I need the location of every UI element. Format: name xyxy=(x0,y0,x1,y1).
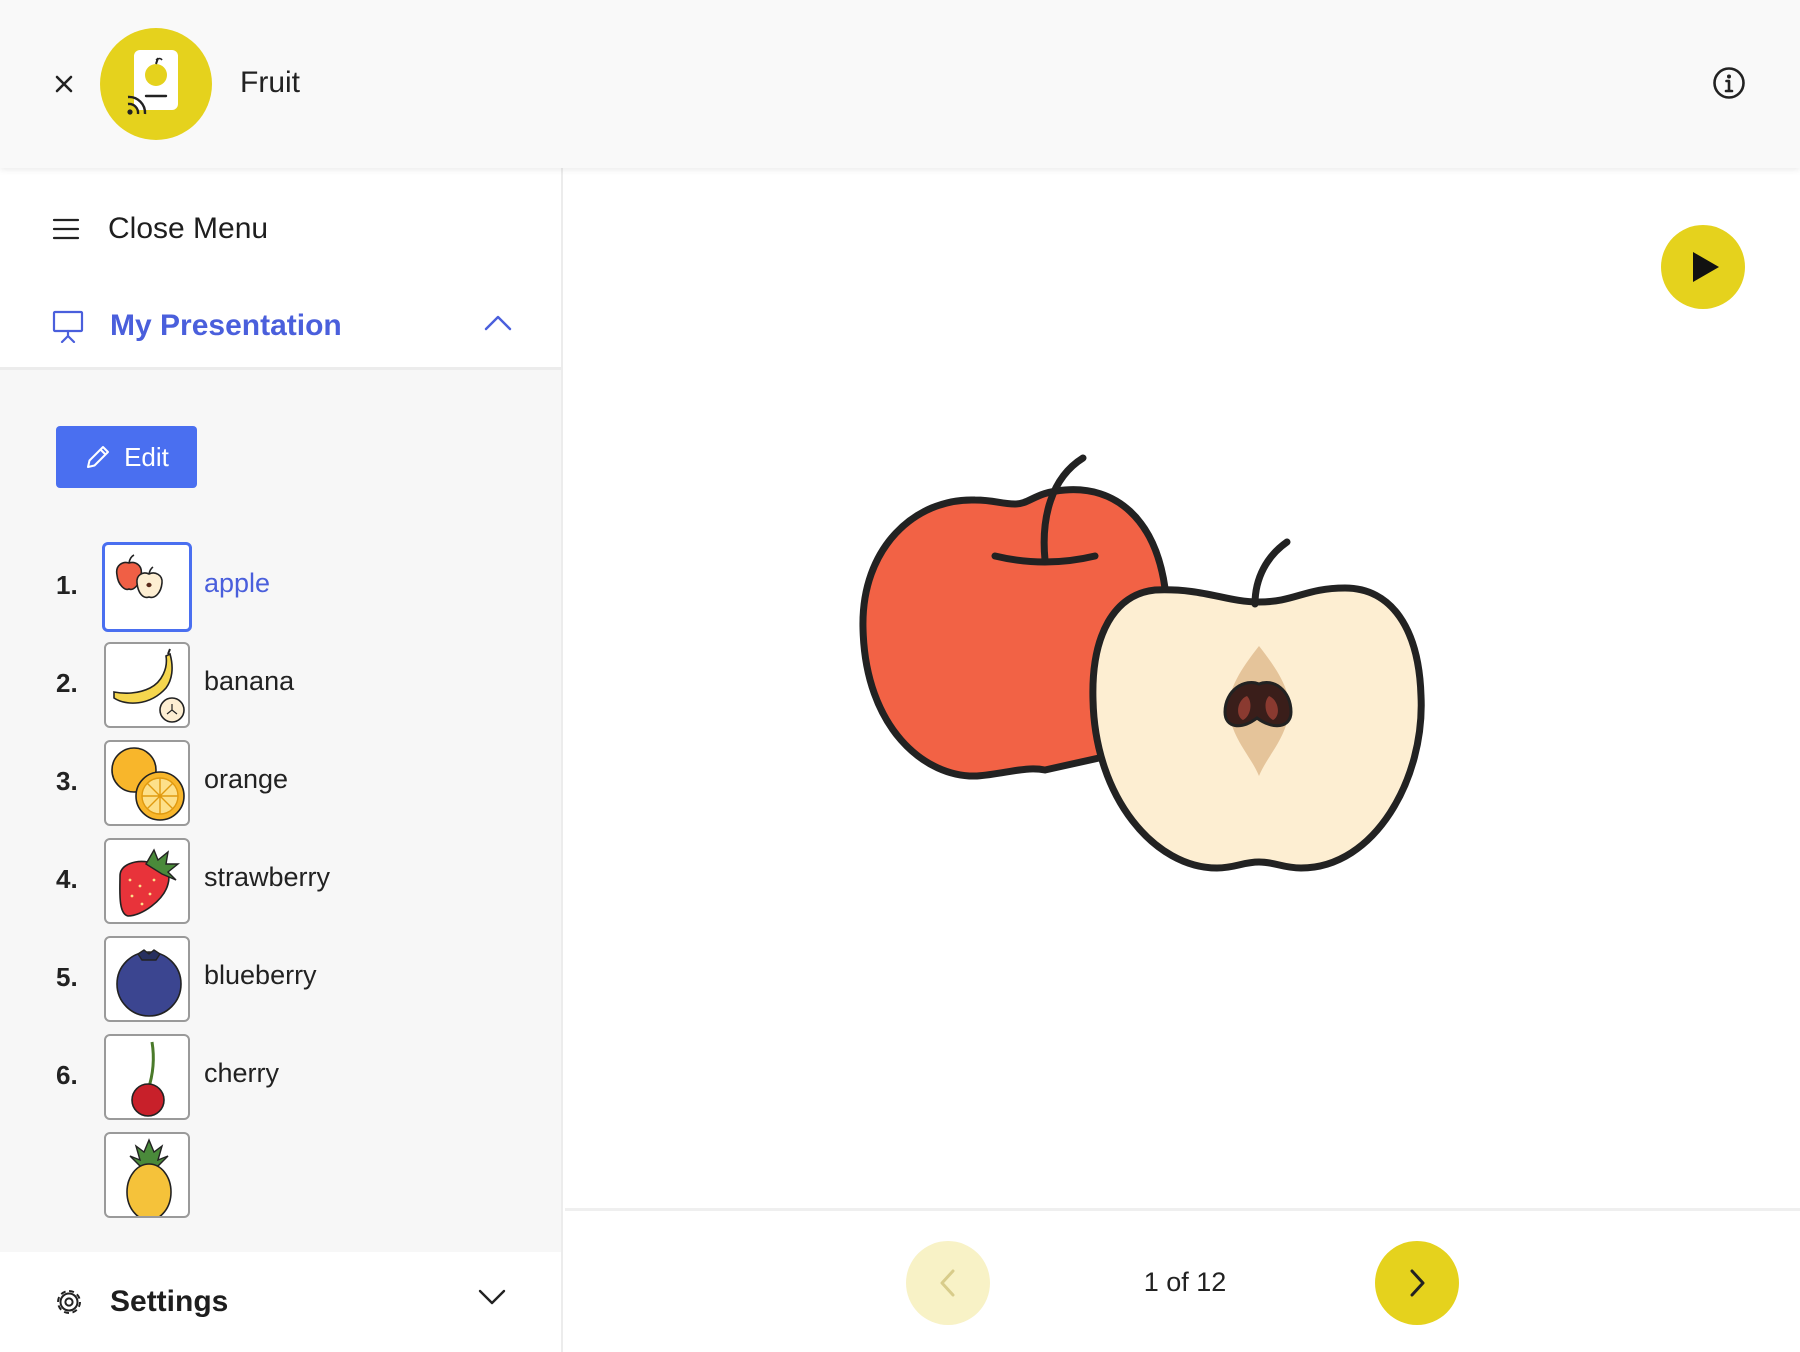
slide-number: 3. xyxy=(56,766,78,796)
close-icon xyxy=(55,75,73,93)
slide-item-cherry[interactable]: 6. cherry xyxy=(0,1030,561,1124)
app-header: Fruit xyxy=(0,0,1800,168)
sidebar: Close Menu My Presentation Edit 1. apple… xyxy=(0,168,563,1352)
chevron-left-icon xyxy=(940,1269,955,1297)
apple-illustration xyxy=(859,454,1425,872)
pencil-icon xyxy=(87,446,110,468)
close-menu-button[interactable]: Close Menu xyxy=(52,204,268,254)
previous-slide-button[interactable] xyxy=(906,1241,990,1325)
page-indicator: 1 of 12 xyxy=(1143,1267,1227,1297)
slide-thumbnail xyxy=(104,1132,190,1218)
apple-icon xyxy=(115,554,163,599)
play-button[interactable] xyxy=(1661,225,1745,309)
edit-button[interactable]: Edit xyxy=(56,426,197,488)
slide-item-orange[interactable]: 3. orange xyxy=(0,736,561,830)
banana-icon xyxy=(113,648,185,723)
play-icon xyxy=(1693,252,1719,282)
chevron-down-icon xyxy=(478,1289,506,1305)
info-button[interactable] xyxy=(1712,66,1746,100)
blueberry-icon xyxy=(116,949,182,1017)
slide-thumbnail xyxy=(104,740,190,826)
slide-thumbnail xyxy=(104,936,190,1022)
chevron-right-icon xyxy=(1410,1269,1425,1297)
slide-number: 4. xyxy=(56,864,78,894)
slide-label: apple xyxy=(204,568,271,598)
slide-navigation: 1 of 12 xyxy=(565,1208,1800,1352)
settings-label: Settings xyxy=(110,1285,229,1318)
close-button[interactable] xyxy=(48,68,80,100)
slide-item-apple[interactable]: 1. apple xyxy=(0,540,561,634)
next-slide-button[interactable] xyxy=(1375,1241,1459,1325)
slide-label: blueberry xyxy=(204,960,317,990)
pineapple-icon xyxy=(126,1138,172,1216)
slide-viewer: 1 of 12 xyxy=(565,168,1800,1352)
slide-label: banana xyxy=(204,666,295,696)
close-menu-label: Close Menu xyxy=(108,212,269,245)
app-logo xyxy=(100,28,212,140)
slide-thumbnail xyxy=(104,1034,190,1120)
edit-label: Edit xyxy=(124,441,169,472)
strawberry-icon xyxy=(119,848,180,917)
info-icon xyxy=(1713,67,1745,99)
slide-item-strawberry[interactable]: 4. strawberry xyxy=(0,834,561,928)
sidebar-top: Close Menu My Presentation xyxy=(0,168,561,370)
slide-thumbnail xyxy=(104,642,190,728)
gear-icon xyxy=(57,1290,81,1314)
settings-toggle[interactable]: Settings xyxy=(0,1252,561,1352)
presentation-board-icon xyxy=(52,310,84,343)
slide-label: cherry xyxy=(204,1058,280,1088)
slide-label: strawberry xyxy=(204,862,331,892)
my-presentation-label: My Presentation xyxy=(110,309,342,342)
presentation-title: Fruit xyxy=(240,66,300,99)
slide-item-blueberry[interactable]: 5. blueberry xyxy=(0,932,561,1026)
slide-label: orange xyxy=(204,764,289,794)
slide-number: 5. xyxy=(56,962,78,992)
slide-number: 2. xyxy=(56,668,78,698)
slide-number: 6. xyxy=(56,1060,78,1090)
slide-thumbnail xyxy=(102,542,192,632)
slide-item-banana[interactable]: 2. banana xyxy=(0,638,561,732)
my-presentation-toggle[interactable]: My Presentation xyxy=(52,302,512,350)
chevron-up-icon xyxy=(484,315,512,331)
cherry-icon xyxy=(131,1041,165,1117)
slide-item-pineapple[interactable] xyxy=(0,1128,561,1222)
slide-thumbnail xyxy=(104,838,190,924)
presentation-app-icon xyxy=(127,50,178,115)
orange-icon xyxy=(111,747,185,821)
slide-number: 1. xyxy=(56,570,78,600)
hamburger-icon xyxy=(52,218,80,240)
